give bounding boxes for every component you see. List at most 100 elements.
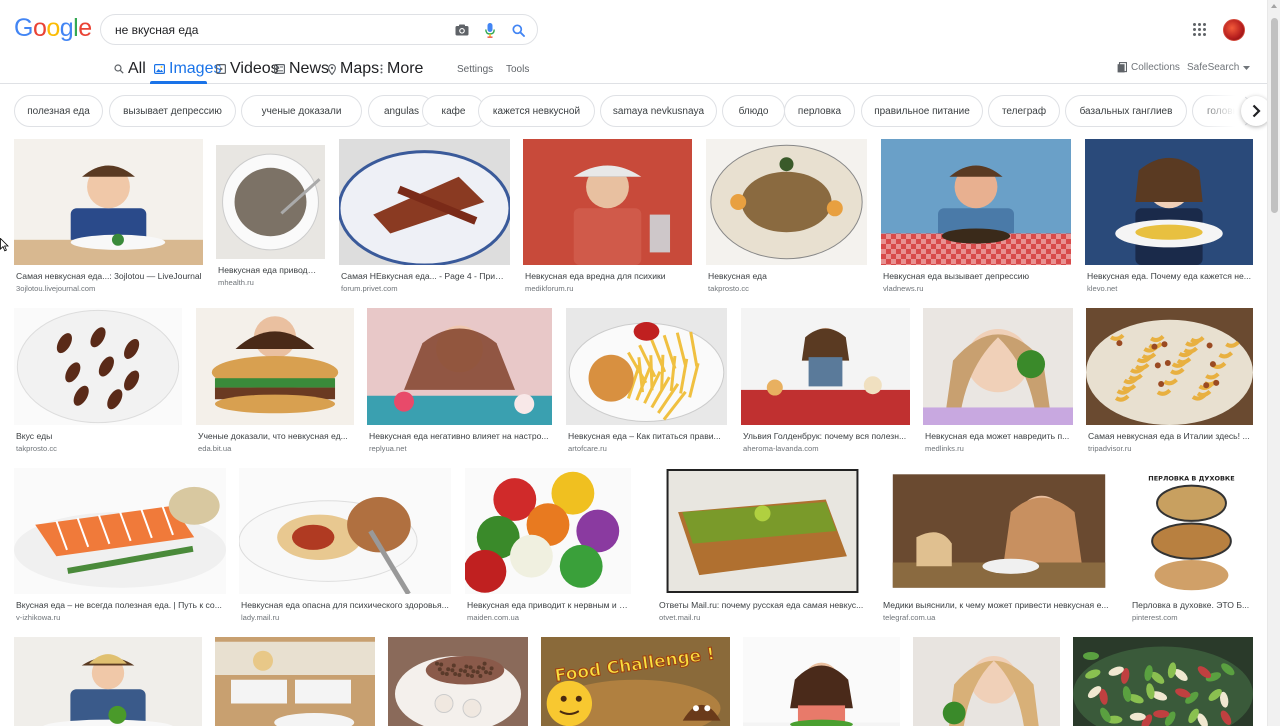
related-search-chip[interactable]: кажется невкусной xyxy=(478,95,595,127)
result-thumbnail[interactable] xyxy=(913,637,1060,726)
result-caption[interactable]: Невкусная еда – Как питаться прави... xyxy=(568,431,725,441)
result-thumbnail[interactable] xyxy=(1073,637,1253,726)
scrollbar[interactable] xyxy=(1267,0,1280,726)
image-result[interactable]: Невкусная еда опасна для психического зд… xyxy=(239,468,451,622)
result-thumbnail[interactable] xyxy=(14,308,182,425)
related-search-chip[interactable]: правильное питание xyxy=(861,95,983,127)
result-thumbnail[interactable] xyxy=(566,308,727,425)
image-result[interactable] xyxy=(215,637,375,726)
result-caption[interactable]: Самая НЕвкусная еда... - Page 4 - Привет xyxy=(341,271,507,281)
tab-videos[interactable]: Videos xyxy=(216,60,279,77)
result-caption[interactable]: Невкусная еда негативно влияет на настро… xyxy=(369,431,550,441)
result-thumbnail[interactable] xyxy=(743,637,900,726)
tools-link[interactable]: Tools xyxy=(506,62,529,76)
result-thumbnail[interactable] xyxy=(523,139,692,265)
result-thumbnail[interactable]: ПЕРЛОВКА В ДУХОВКЕ xyxy=(1130,468,1253,594)
image-result[interactable]: Невкусная еда вызывает депрессию vladnews… xyxy=(881,139,1071,293)
result-caption[interactable]: Невкусная еда приводит к нервным и пс... xyxy=(467,600,629,610)
image-result[interactable]: Ученые доказали, что невкусная ед... eda.… xyxy=(196,308,354,453)
result-caption[interactable]: Невкусная еда вызывает депрессию xyxy=(883,271,1069,281)
result-thumbnail[interactable] xyxy=(215,637,375,726)
result-caption[interactable]: Невкусная еда вредна для психики xyxy=(525,271,689,281)
google-logo[interactable]: Google xyxy=(14,14,92,43)
result-thumbnail[interactable] xyxy=(14,637,202,726)
settings-link[interactable]: Settings xyxy=(457,62,493,76)
image-result[interactable]: Невкусная еда приводи... mhealth.ru xyxy=(216,145,325,287)
related-search-chip[interactable]: samaya nevkusnaya xyxy=(600,95,717,127)
result-thumbnail[interactable] xyxy=(14,139,203,265)
mic-icon[interactable] xyxy=(481,21,499,39)
related-search-chip[interactable]: блюдо xyxy=(722,95,785,127)
result-thumbnail[interactable] xyxy=(239,468,451,594)
avatar[interactable] xyxy=(1223,19,1245,41)
result-thumbnail[interactable] xyxy=(741,308,910,425)
result-caption[interactable]: Самая невкусная еда...: 3ojlotou — LiveJ… xyxy=(16,271,202,281)
image-result[interactable]: Невкусная еда негативно влияет на настро… xyxy=(367,308,552,453)
image-result[interactable]: Food Challenge ! xyxy=(541,637,730,726)
search-icon[interactable] xyxy=(509,21,527,39)
result-thumbnail[interactable] xyxy=(339,139,510,265)
tab-more[interactable]: More xyxy=(380,60,423,77)
result-thumbnail[interactable] xyxy=(881,468,1117,594)
result-thumbnail[interactable] xyxy=(1085,139,1253,265)
tab-all[interactable]: All xyxy=(114,60,146,77)
image-result[interactable]: Самая НЕвкусная еда... - Page 4 - Привет… xyxy=(339,139,510,293)
result-caption[interactable]: Невкусная еда приводи... xyxy=(218,265,319,275)
result-thumbnail[interactable] xyxy=(706,139,867,265)
image-result[interactable]: Вкус еды takprosto.cc xyxy=(14,308,182,453)
result-caption[interactable]: Невкусная еда. Почему еда кажется не... xyxy=(1087,271,1251,281)
image-result[interactable]: Невкусная еда может навредить п... medlin… xyxy=(923,308,1073,453)
result-caption[interactable]: Ульвия Голденбрук: почему вся полезн... xyxy=(743,431,908,441)
safesearch-dropdown[interactable]: SafeSearch xyxy=(1187,62,1251,73)
image-result[interactable]: Невкусная еда. Почему еда кажется не... k… xyxy=(1085,139,1253,293)
image-result[interactable] xyxy=(913,637,1060,726)
related-search-chip[interactable]: полезная еда xyxy=(14,95,103,127)
result-caption[interactable]: Перловка в духовке. ЭТО Б... xyxy=(1132,600,1251,610)
result-thumbnail[interactable] xyxy=(388,637,528,726)
result-thumbnail[interactable] xyxy=(465,468,631,594)
result-caption[interactable]: Вкус еды xyxy=(16,431,180,441)
result-thumbnail[interactable] xyxy=(367,308,552,425)
image-result[interactable]: Самая невкусная еда в Италии здесь! ... t… xyxy=(1086,308,1253,453)
scroll-up-arrow-icon[interactable] xyxy=(1271,4,1277,8)
result-thumbnail[interactable] xyxy=(657,468,868,594)
scroll-thumb[interactable] xyxy=(1271,18,1278,213)
related-search-chip[interactable]: телеграф xyxy=(988,95,1060,127)
result-caption[interactable]: Вкусная еда – не всегда полезная еда. | … xyxy=(16,600,224,610)
image-result[interactable]: ПЕРЛОВКА В ДУХОВКЕ Перловка в духовке. ЭТ… xyxy=(1130,468,1253,622)
result-caption[interactable]: Ответы Mail.ru: почему русская еда самая… xyxy=(659,600,866,610)
image-result[interactable]: Невкусная еда вредна для психики medikfor… xyxy=(523,139,692,293)
image-result[interactable]: Невкусная еда приводит к нервным и пс...… xyxy=(465,468,631,622)
camera-icon[interactable] xyxy=(453,21,471,39)
image-result[interactable]: Ульвия Голденбрук: почему вся полезн... a… xyxy=(741,308,910,453)
apps-grid-icon[interactable] xyxy=(1193,23,1207,37)
tab-maps[interactable]: Maps xyxy=(328,60,379,77)
result-thumbnail[interactable] xyxy=(196,308,354,425)
result-caption[interactable]: Медики выяснили, к чему может привести н… xyxy=(883,600,1115,610)
image-result[interactable] xyxy=(388,637,528,726)
image-result[interactable]: Ответы Mail.ru: почему русская еда самая… xyxy=(657,468,868,622)
image-result[interactable]: Самая невкусная еда...: 3ojlotou — LiveJ… xyxy=(14,139,204,293)
image-result[interactable] xyxy=(14,637,202,726)
tab-images[interactable]: Images xyxy=(154,60,221,77)
image-result[interactable] xyxy=(1073,637,1253,726)
result-caption[interactable]: Самая невкусная еда в Италии здесь! ... xyxy=(1088,431,1251,441)
image-result[interactable] xyxy=(743,637,900,726)
related-search-chip[interactable]: кафе xyxy=(422,95,485,127)
related-search-chip[interactable]: базальных ганглиев xyxy=(1065,95,1187,127)
result-thumbnail[interactable] xyxy=(216,145,325,259)
search-input[interactable] xyxy=(115,20,435,40)
tab-news[interactable]: News xyxy=(274,60,329,77)
result-thumbnail[interactable] xyxy=(14,468,226,594)
result-caption[interactable]: Невкусная еда xyxy=(708,271,862,281)
result-thumbnail[interactable] xyxy=(923,308,1073,425)
collections-link[interactable]: Collections xyxy=(1117,62,1180,73)
image-result[interactable]: Невкусная еда takprosto.cc xyxy=(706,139,867,293)
related-search-chip[interactable]: вызывает депрессию xyxy=(109,95,236,127)
result-caption[interactable]: Невкусная еда может навредить п... xyxy=(925,431,1071,441)
result-caption[interactable]: Невкусная еда опасна для психического зд… xyxy=(241,600,449,610)
image-result[interactable]: Невкусная еда – Как питаться прави... art… xyxy=(566,308,727,453)
related-search-chip[interactable]: ученые доказали xyxy=(241,95,362,127)
image-result[interactable]: Вкусная еда – не всегда полезная еда. | … xyxy=(14,468,226,622)
result-thumbnail[interactable] xyxy=(881,139,1071,265)
